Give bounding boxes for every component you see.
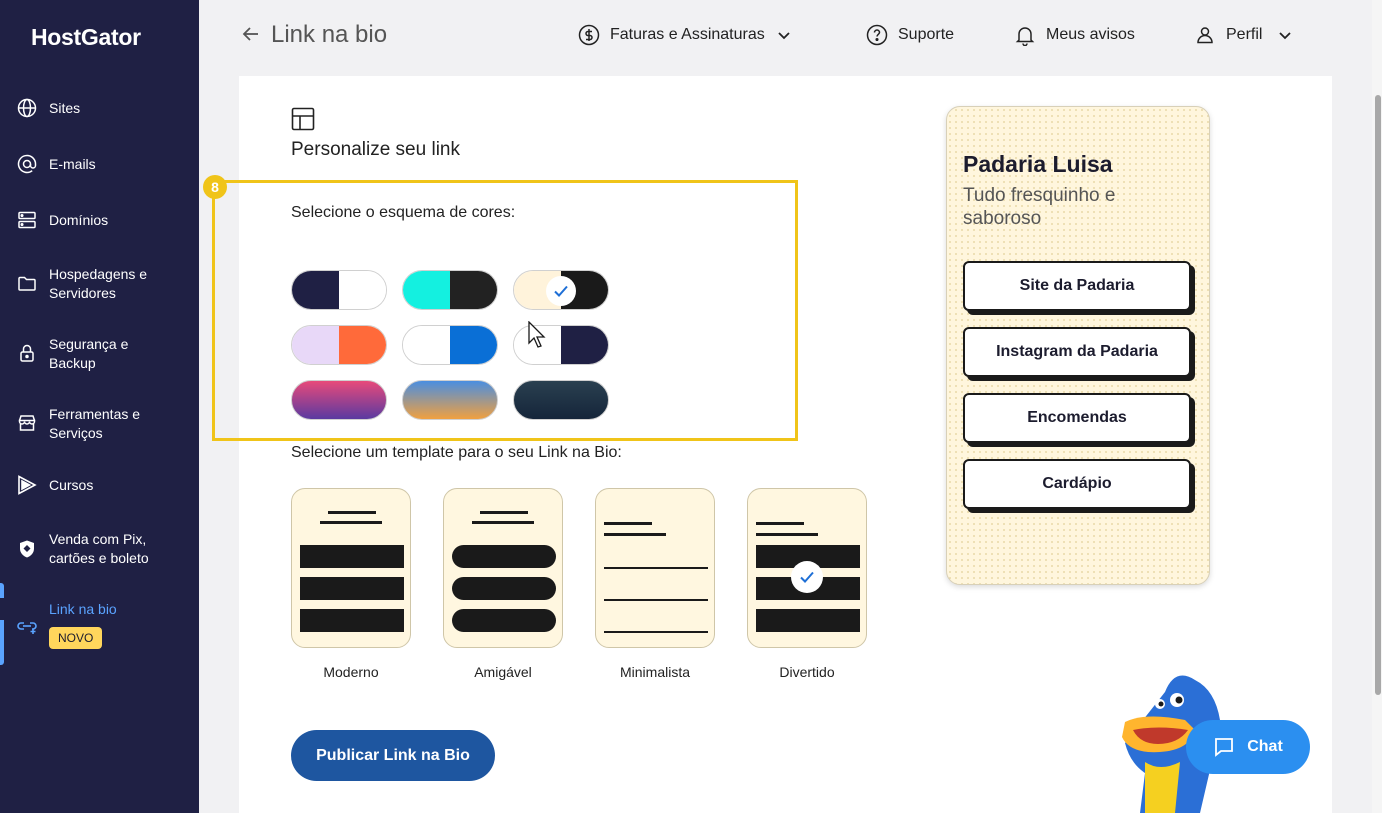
color-scheme-option[interactable] xyxy=(402,325,498,365)
scrollbar-thumb[interactable] xyxy=(1375,95,1381,695)
preview-link-button[interactable]: Site da Padaria xyxy=(963,261,1191,311)
sidebar-item-dominios[interactable]: Domínios xyxy=(0,209,199,231)
sidebar-item-label: Ferramentas e Serviços xyxy=(49,406,141,441)
dollar-circle-icon xyxy=(578,24,600,46)
preview-link-button[interactable]: Cardápio xyxy=(963,459,1191,509)
store-icon xyxy=(16,412,38,434)
sidebar-item-label: Link na bio xyxy=(49,600,117,617)
chat-button[interactable]: Chat xyxy=(1186,720,1310,774)
play-icon xyxy=(16,474,38,496)
preview-link-button[interactable]: Encomendas xyxy=(963,393,1191,443)
sidebar-item-link-na-bio[interactable]: Link na bio xyxy=(0,598,199,634)
template-name: Divertido xyxy=(779,664,835,680)
template-amigavel[interactable] xyxy=(443,488,563,648)
chevron-down-icon xyxy=(778,32,790,40)
color-scheme-option[interactable] xyxy=(513,380,609,420)
sidebar-item-label: Venda com Pix, cartões e boleto xyxy=(49,531,149,566)
user-icon xyxy=(1197,27,1213,44)
color-scheme-option[interactable] xyxy=(402,380,498,420)
bell-icon xyxy=(1015,27,1035,46)
at-sign-icon xyxy=(16,153,38,175)
color-scheme-option[interactable] xyxy=(291,325,387,365)
server-icon xyxy=(16,209,38,231)
help-circle-icon xyxy=(866,24,888,46)
new-badge: NOVO xyxy=(49,627,103,649)
sidebar-item-label: Domínios xyxy=(49,211,109,228)
layout-icon xyxy=(291,107,315,136)
color-scheme-option-selected[interactable] xyxy=(513,270,609,310)
support-link[interactable]: Suporte xyxy=(866,24,954,46)
color-scheme-option[interactable] xyxy=(291,380,387,420)
sidebar-item-label: Cursos xyxy=(49,476,94,493)
sidebar: HostGator Sites E-mails Domínios Hospeda… xyxy=(0,0,199,813)
mouse-cursor-icon xyxy=(528,320,548,354)
template-label: Selecione um template para o seu Link na… xyxy=(291,444,622,461)
chat-bubble-icon xyxy=(1215,738,1234,757)
sidebar-item-label: Segurança e Backup xyxy=(49,336,129,371)
notices-label: Meus avisos xyxy=(1046,26,1135,43)
sidebar-item-ferramentas[interactable]: Ferramentas e Serviços xyxy=(0,403,199,443)
folder-icon xyxy=(16,272,38,294)
billing-label: Faturas e Assinaturas xyxy=(610,26,765,43)
color-scheme-option[interactable] xyxy=(402,270,498,310)
sidebar-item-label: Sites xyxy=(49,99,81,116)
preview-subtitle: Tudo fresquinho e saboroso xyxy=(963,185,1116,229)
sidebar-item-cursos[interactable]: Cursos xyxy=(0,474,199,496)
support-label: Suporte xyxy=(898,26,955,43)
sidebar-item-label: E-mails xyxy=(49,155,96,172)
globe-icon xyxy=(16,97,38,119)
notices-link[interactable]: Meus avisos xyxy=(1014,24,1135,46)
sidebar-item-seguranca[interactable]: Segurança e Backup xyxy=(0,333,199,373)
profile-menu[interactable]: Perfil xyxy=(1194,24,1292,46)
phone-preview: Padaria Luisa Tudo fresquinho e saboroso… xyxy=(946,106,1210,585)
template-name: Minimalista xyxy=(619,664,690,680)
shield-icon xyxy=(16,538,38,560)
profile-label: Perfil xyxy=(1226,26,1263,43)
sidebar-item-emails[interactable]: E-mails xyxy=(0,153,199,175)
check-icon xyxy=(791,561,823,593)
chat-label: Chat xyxy=(1247,738,1283,755)
check-icon xyxy=(546,276,576,306)
preview-link-button[interactable]: Instagram da Padaria xyxy=(963,327,1191,377)
top-header: Link na bio Faturas e Assinaturas Suport… xyxy=(199,0,1382,72)
billing-menu[interactable]: Faturas e Assinaturas xyxy=(578,24,791,46)
color-scheme-option[interactable] xyxy=(291,270,387,310)
sidebar-item-venda[interactable]: Venda com Pix, cartões e boleto xyxy=(0,529,199,569)
section-title: Personalize seu link xyxy=(291,139,460,160)
chevron-down-icon xyxy=(1279,32,1292,40)
link-icon xyxy=(16,615,38,637)
lock-icon xyxy=(16,342,38,364)
publish-button[interactable]: Publicar Link na Bio xyxy=(291,730,495,781)
hostgator-logo[interactable]: HostGator xyxy=(31,24,141,51)
sidebar-item-hospedagens[interactable]: Hospedagens e Servidores xyxy=(0,263,199,303)
template-moderno[interactable] xyxy=(291,488,411,648)
template-minimalista[interactable] xyxy=(595,488,715,648)
color-scheme-label: Selecione o esquema de cores: xyxy=(291,204,516,221)
template-name: Moderno xyxy=(323,664,379,680)
preview-title: Padaria Luisa xyxy=(963,151,1113,177)
active-indicator xyxy=(0,583,4,665)
page-title: Link na bio xyxy=(271,21,388,48)
template-divertido-selected[interactable] xyxy=(747,488,867,648)
back-arrow-icon[interactable] xyxy=(241,24,261,50)
step-badge: 8 xyxy=(203,175,227,199)
sidebar-item-label: Hospedagens e Servidores xyxy=(49,266,148,301)
sidebar-item-sites[interactable]: Sites xyxy=(0,97,199,119)
template-name: Amigável xyxy=(474,664,532,680)
